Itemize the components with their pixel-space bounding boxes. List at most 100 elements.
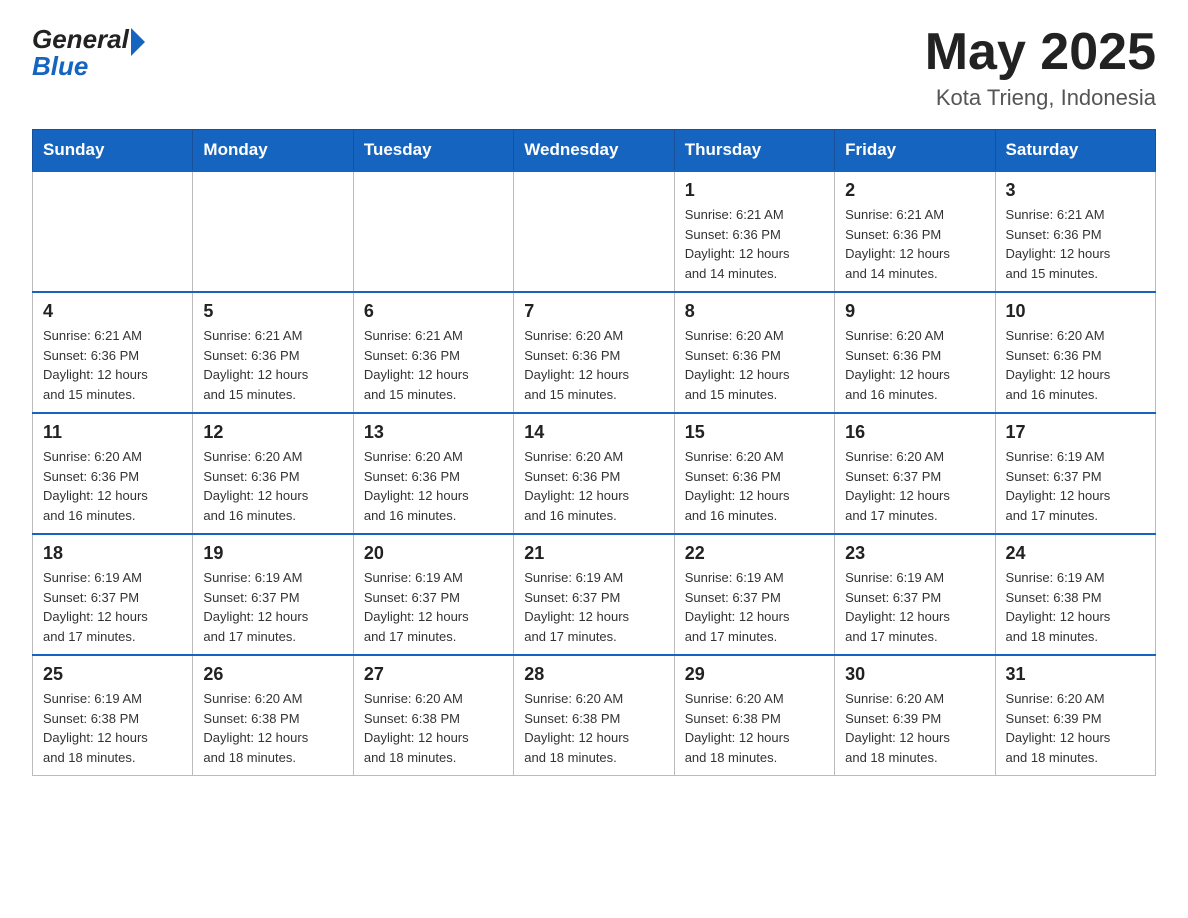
calendar-cell: 3Sunrise: 6:21 AM Sunset: 6:36 PM Daylig… [995,171,1155,292]
calendar-cell: 7 Sunrise: 6:20 AM Sunset: 6:36 PM Daylig… [514,292,674,413]
calendar-cell: 16Sunrise: 6:20 AM Sunset: 6:37 PM Dayli… [835,413,995,534]
logo-triangle-icon [131,28,145,56]
calendar-cell: 5 Sunrise: 6:21 AM Sunset: 6:36 PM Daylig… [193,292,353,413]
day-number: 23 [845,543,984,564]
day-info: Sunrise: 6:21 AM Sunset: 6:36 PM Dayligh… [845,205,984,283]
day-info: Sunrise: 6:20 AM Sunset: 6:36 PM Dayligh… [524,326,663,404]
day-info: Sunrise: 6:20 AM Sunset: 6:38 PM Dayligh… [524,689,663,767]
day-number: 1 [685,180,824,201]
day-info: Sunrise: 6:20 AM Sunset: 6:36 PM Dayligh… [1006,326,1145,404]
calendar-cell: 28Sunrise: 6:20 AM Sunset: 6:38 PM Dayli… [514,655,674,776]
day-info: Sunrise: 6:21 AM Sunset: 6:36 PM Dayligh… [203,326,342,404]
day-info: Sunrise: 6:19 AM Sunset: 6:37 PM Dayligh… [845,568,984,646]
page-header: General Blue May 2025 Kota Trieng, Indon… [32,24,1156,111]
day-number: 7 [524,301,663,322]
day-info: Sunrise: 6:20 AM Sunset: 6:36 PM Dayligh… [524,447,663,525]
calendar-cell: 2 Sunrise: 6:21 AM Sunset: 6:36 PM Daylig… [835,171,995,292]
weekday-header-monday: Monday [193,130,353,172]
calendar-week-row: 11 Sunrise: 6:20 AM Sunset: 6:36 PM Dayli… [33,413,1156,534]
weekday-header-tuesday: Tuesday [353,130,513,172]
day-number: 5 [203,301,342,322]
weekday-header-saturday: Saturday [995,130,1155,172]
location-subtitle: Kota Trieng, Indonesia [925,85,1156,111]
day-number: 3 [1006,180,1145,201]
title-block: May 2025 Kota Trieng, Indonesia [925,24,1156,111]
day-number: 11 [43,422,182,443]
calendar-cell: 19 Sunrise: 6:19 AM Sunset: 6:37 PM Dayli… [193,534,353,655]
weekday-header-row: SundayMondayTuesdayWednesdayThursdayFrid… [33,130,1156,172]
day-number: 26 [203,664,342,685]
day-number: 22 [685,543,824,564]
day-number: 6 [364,301,503,322]
calendar-cell [353,171,513,292]
day-info: Sunrise: 6:20 AM Sunset: 6:36 PM Dayligh… [845,326,984,404]
calendar-cell: 17Sunrise: 6:19 AM Sunset: 6:37 PM Dayli… [995,413,1155,534]
calendar-cell: 11 Sunrise: 6:20 AM Sunset: 6:36 PM Dayli… [33,413,193,534]
month-year-title: May 2025 [925,24,1156,81]
calendar-cell: 20 Sunrise: 6:19 AM Sunset: 6:37 PM Dayli… [353,534,513,655]
calendar-cell: 25Sunrise: 6:19 AM Sunset: 6:38 PM Dayli… [33,655,193,776]
calendar-cell: 24 Sunrise: 6:19 AM Sunset: 6:38 PM Dayli… [995,534,1155,655]
calendar-cell: 13 Sunrise: 6:20 AM Sunset: 6:36 PM Dayli… [353,413,513,534]
calendar-cell: 14 Sunrise: 6:20 AM Sunset: 6:36 PM Dayli… [514,413,674,534]
calendar-cell: 30 Sunrise: 6:20 AM Sunset: 6:39 PM Dayli… [835,655,995,776]
day-info: Sunrise: 6:20 AM Sunset: 6:36 PM Dayligh… [685,326,824,404]
day-number: 20 [364,543,503,564]
calendar-cell [193,171,353,292]
calendar-cell: 31Sunrise: 6:20 AM Sunset: 6:39 PM Dayli… [995,655,1155,776]
day-number: 29 [685,664,824,685]
calendar-cell: 10 Sunrise: 6:20 AM Sunset: 6:36 PM Dayli… [995,292,1155,413]
logo-blue-text: Blue [32,51,88,82]
day-number: 14 [524,422,663,443]
calendar-week-row: 18Sunrise: 6:19 AM Sunset: 6:37 PM Dayli… [33,534,1156,655]
day-number: 10 [1006,301,1145,322]
day-info: Sunrise: 6:20 AM Sunset: 6:36 PM Dayligh… [203,447,342,525]
day-info: Sunrise: 6:21 AM Sunset: 6:36 PM Dayligh… [43,326,182,404]
calendar-week-row: 25Sunrise: 6:19 AM Sunset: 6:38 PM Dayli… [33,655,1156,776]
calendar-cell: 6Sunrise: 6:21 AM Sunset: 6:36 PM Daylig… [353,292,513,413]
day-number: 4 [43,301,182,322]
day-info: Sunrise: 6:19 AM Sunset: 6:37 PM Dayligh… [524,568,663,646]
day-info: Sunrise: 6:19 AM Sunset: 6:38 PM Dayligh… [1006,568,1145,646]
day-info: Sunrise: 6:19 AM Sunset: 6:38 PM Dayligh… [43,689,182,767]
calendar-cell: 4 Sunrise: 6:21 AM Sunset: 6:36 PM Daylig… [33,292,193,413]
day-info: Sunrise: 6:20 AM Sunset: 6:39 PM Dayligh… [845,689,984,767]
day-number: 2 [845,180,984,201]
calendar-cell: 15 Sunrise: 6:20 AM Sunset: 6:36 PM Dayli… [674,413,834,534]
calendar-cell: 27 Sunrise: 6:20 AM Sunset: 6:38 PM Dayli… [353,655,513,776]
calendar-cell: 8 Sunrise: 6:20 AM Sunset: 6:36 PM Daylig… [674,292,834,413]
day-info: Sunrise: 6:19 AM Sunset: 6:37 PM Dayligh… [203,568,342,646]
day-info: Sunrise: 6:19 AM Sunset: 6:37 PM Dayligh… [685,568,824,646]
day-number: 17 [1006,422,1145,443]
calendar-week-row: 1 Sunrise: 6:21 AM Sunset: 6:36 PM Daylig… [33,171,1156,292]
day-info: Sunrise: 6:20 AM Sunset: 6:38 PM Dayligh… [364,689,503,767]
weekday-header-thursday: Thursday [674,130,834,172]
calendar-cell: 23 Sunrise: 6:19 AM Sunset: 6:37 PM Dayli… [835,534,995,655]
day-info: Sunrise: 6:20 AM Sunset: 6:36 PM Dayligh… [685,447,824,525]
calendar-cell: 21Sunrise: 6:19 AM Sunset: 6:37 PM Dayli… [514,534,674,655]
day-number: 8 [685,301,824,322]
day-number: 13 [364,422,503,443]
day-info: Sunrise: 6:20 AM Sunset: 6:36 PM Dayligh… [364,447,503,525]
day-info: Sunrise: 6:20 AM Sunset: 6:38 PM Dayligh… [203,689,342,767]
calendar-cell: 9 Sunrise: 6:20 AM Sunset: 6:36 PM Daylig… [835,292,995,413]
day-number: 9 [845,301,984,322]
day-number: 27 [364,664,503,685]
calendar-table: SundayMondayTuesdayWednesdayThursdayFrid… [32,129,1156,776]
day-info: Sunrise: 6:21 AM Sunset: 6:36 PM Dayligh… [685,205,824,283]
calendar-cell [514,171,674,292]
calendar-cell: 1 Sunrise: 6:21 AM Sunset: 6:36 PM Daylig… [674,171,834,292]
calendar-cell: 22 Sunrise: 6:19 AM Sunset: 6:37 PM Dayli… [674,534,834,655]
calendar-cell: 29Sunrise: 6:20 AM Sunset: 6:38 PM Dayli… [674,655,834,776]
day-number: 16 [845,422,984,443]
day-number: 30 [845,664,984,685]
day-number: 19 [203,543,342,564]
day-info: Sunrise: 6:19 AM Sunset: 6:37 PM Dayligh… [364,568,503,646]
day-number: 24 [1006,543,1145,564]
day-info: Sunrise: 6:20 AM Sunset: 6:36 PM Dayligh… [43,447,182,525]
weekday-header-wednesday: Wednesday [514,130,674,172]
day-number: 12 [203,422,342,443]
weekday-header-sunday: Sunday [33,130,193,172]
logo: General Blue [32,24,145,82]
day-number: 15 [685,422,824,443]
